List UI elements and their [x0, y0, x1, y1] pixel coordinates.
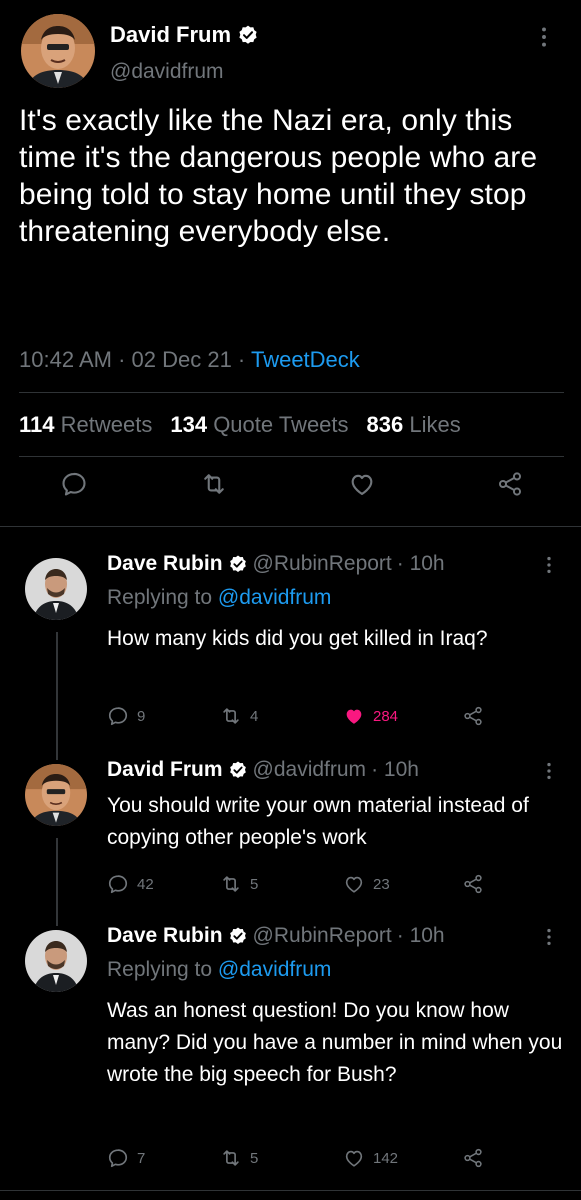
reply-header: Dave Rubin @RubinReport · 10h	[107, 552, 445, 576]
retweets-stat[interactable]: 114 Retweets	[19, 412, 152, 438]
share-icon	[462, 873, 484, 895]
like-filled-icon	[343, 705, 365, 727]
author-handle[interactable]: @RubinReport	[253, 924, 392, 948]
thread-line	[56, 632, 58, 752]
author-name-row: David Frum	[110, 22, 259, 48]
thread-line	[56, 838, 58, 922]
thread-line	[56, 752, 58, 760]
meta-separator: ·	[111, 347, 132, 372]
retweet-icon	[220, 705, 242, 727]
reply-time[interactable]: · 10h	[397, 924, 445, 948]
reply-action-bar: 42 5 23	[107, 873, 567, 897]
share-icon[interactable]	[496, 470, 524, 498]
share-button[interactable]	[462, 1147, 484, 1169]
more-options-icon[interactable]	[540, 24, 548, 50]
reply-icon	[107, 1147, 129, 1169]
reply-text: Was an honest question! Do you know how …	[107, 999, 563, 1086]
like-icon	[343, 1147, 365, 1169]
retweet-icon	[220, 873, 242, 895]
verified-badge-icon	[228, 926, 248, 946]
tweet-action-bar	[0, 470, 581, 510]
author-avatar[interactable]	[25, 764, 87, 826]
author-name[interactable]: Dave Rubin	[107, 924, 223, 948]
share-icon	[462, 705, 484, 727]
reply-button[interactable]: 42	[107, 873, 154, 895]
replying-to: Replying to @davidfrum	[107, 586, 332, 609]
retweet-button[interactable]: 5	[220, 1147, 258, 1169]
more-options-icon[interactable]	[546, 760, 552, 782]
retweet-button[interactable]: 5	[220, 873, 258, 895]
like-button[interactable]: 142	[343, 1147, 398, 1169]
author-avatar[interactable]	[25, 930, 87, 992]
like-icon[interactable]	[348, 470, 376, 498]
author-handle[interactable]: @RubinReport	[253, 552, 392, 576]
reply-button[interactable]: 9	[107, 705, 145, 727]
engagement-stats: 114 Retweets 134 Quote Tweets 836 Likes	[19, 412, 461, 438]
meta-separator: ·	[231, 347, 251, 372]
like-button[interactable]: 23	[343, 873, 390, 895]
author-handle[interactable]: @davidfrum	[110, 60, 224, 84]
divider	[0, 1190, 581, 1191]
reply-tweet[interactable]: David Frum @davidfrum · 10h You should w…	[0, 752, 581, 922]
more-options-icon[interactable]	[546, 926, 552, 948]
likes-stat[interactable]: 836 Likes	[367, 412, 461, 438]
reply-action-bar: 7 5 142	[107, 1147, 567, 1171]
reply-icon	[107, 705, 129, 727]
reply-icon	[107, 873, 129, 895]
author-name[interactable]: David Frum	[110, 22, 231, 48]
retweet-icon[interactable]	[200, 470, 228, 498]
reply-text: How many kids did you get killed in Iraq…	[107, 627, 488, 650]
verified-badge-icon	[237, 24, 259, 46]
author-name[interactable]: Dave Rubin	[107, 552, 223, 576]
quote-tweets-stat[interactable]: 134 Quote Tweets	[170, 412, 348, 438]
reply-tweet[interactable]: Dave Rubin @RubinReport · 10h Replying t…	[0, 552, 581, 752]
like-icon	[343, 873, 365, 895]
reply-time[interactable]: · 10h	[397, 552, 445, 576]
reply-button[interactable]: 7	[107, 1147, 145, 1169]
author-avatar[interactable]	[21, 14, 95, 88]
main-tweet: David Frum @davidfrum It's exactly like …	[0, 0, 581, 526]
share-button[interactable]	[462, 873, 484, 895]
verified-badge-icon	[228, 760, 248, 780]
divider	[0, 526, 581, 527]
divider	[19, 392, 564, 393]
author-handle[interactable]: @davidfrum	[253, 758, 367, 782]
retweet-icon	[220, 1147, 242, 1169]
reply-time[interactable]: · 10h	[371, 758, 419, 782]
tweet-date[interactable]: 02 Dec 21	[132, 347, 232, 372]
verified-badge-icon	[228, 554, 248, 574]
retweet-button[interactable]: 4	[220, 705, 258, 727]
reply-tweet[interactable]: Dave Rubin @RubinReport · 10h Replying t…	[0, 918, 581, 1184]
share-icon	[462, 1147, 484, 1169]
divider	[19, 456, 564, 457]
share-button[interactable]	[462, 705, 484, 727]
reply-header: David Frum @davidfrum · 10h	[107, 758, 419, 782]
tweet-time[interactable]: 10:42 AM	[19, 347, 112, 372]
tweet-text: It's exactly like the Nazi era, only thi…	[19, 104, 538, 248]
like-button[interactable]: 284	[343, 705, 398, 727]
reply-action-bar: 9 4 284	[107, 705, 567, 729]
tweet-source[interactable]: TweetDeck	[251, 347, 360, 372]
more-options-icon[interactable]	[546, 554, 552, 576]
tweet-meta: 10:42 AM · 02 Dec 21 · TweetDeck	[19, 347, 360, 373]
author-avatar[interactable]	[25, 558, 87, 620]
thread-line	[56, 918, 58, 926]
reply-header: Dave Rubin @RubinReport · 10h	[107, 924, 445, 948]
replying-to-handle[interactable]: @davidfrum	[218, 586, 332, 609]
author-name[interactable]: David Frum	[107, 758, 223, 782]
replying-to: Replying to @davidfrum	[107, 958, 332, 981]
reply-text: You should write your own material inste…	[107, 794, 529, 849]
replying-to-handle[interactable]: @davidfrum	[218, 958, 332, 981]
reply-icon[interactable]	[60, 470, 88, 498]
